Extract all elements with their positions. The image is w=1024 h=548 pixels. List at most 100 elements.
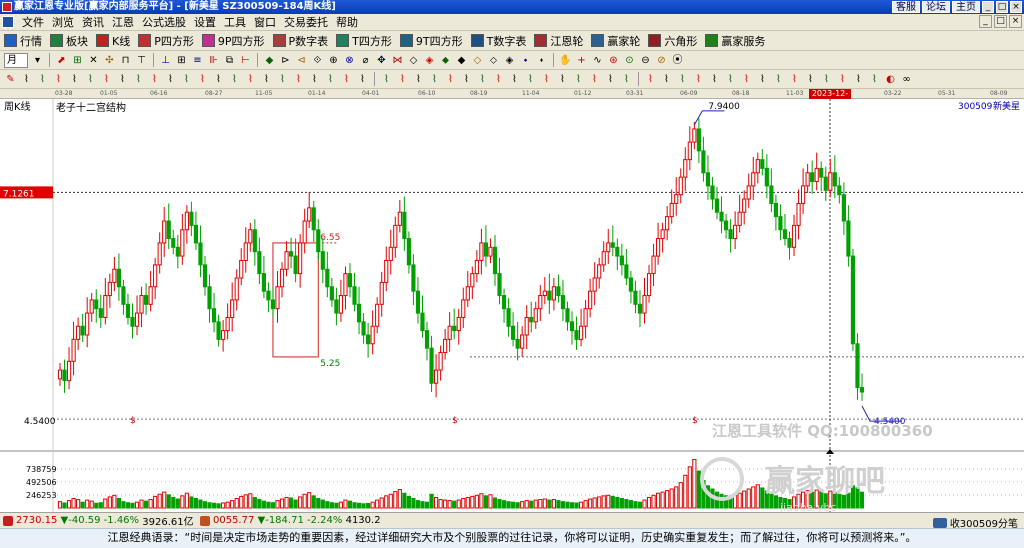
draw-tool-icon[interactable]: ⊳ (279, 54, 292, 67)
menu-help[interactable]: 帮助 (332, 15, 362, 30)
draw-tool-icon[interactable]: ⊖ (639, 54, 652, 67)
toolbar-button-9t-square[interactable]: 9T四方形 (399, 33, 463, 49)
menu-trade[interactable]: 交易委托 (280, 15, 332, 30)
indicator-tool-icon[interactable]: ⌇ (708, 73, 721, 86)
period-dropdown-icon[interactable]: ▾ (31, 54, 44, 67)
toolbar-button-p-square[interactable]: P四方形 (138, 33, 194, 49)
indicator-tool-icon[interactable]: ⌇ (340, 73, 353, 86)
draw-tool-icon[interactable]: ⊢ (239, 54, 252, 67)
indicator-tool-icon[interactable]: ⌇ (412, 73, 425, 86)
toolbar-button-t-table[interactable]: T数字表 (470, 33, 526, 49)
indicator-tool-icon[interactable]: ⌇ (52, 73, 65, 86)
indicator-tool-icon[interactable]: ⌇ (444, 73, 457, 86)
child-restore-icon[interactable]: □ (994, 15, 1007, 28)
maximize-icon[interactable]: □ (996, 1, 1008, 13)
indicator-tool-icon[interactable]: ⌇ (852, 73, 865, 86)
indicator-tool-icon[interactable]: ⌇ (396, 73, 409, 86)
forum-link[interactable]: 论坛 (922, 1, 950, 13)
draw-tool-icon[interactable]: ◆ (455, 54, 468, 67)
draw-tool-icon[interactable]: ✣ (103, 54, 116, 67)
toolbar-button-p-table[interactable]: P数字表 (272, 33, 328, 49)
indicator-tool-icon[interactable]: ⌇ (836, 73, 849, 86)
indicator-tool-icon[interactable]: ⌇ (724, 73, 737, 86)
indicator-tool-icon[interactable]: ⌇ (196, 73, 209, 86)
indicator-tool-icon[interactable]: ⌇ (292, 73, 305, 86)
indicator-tool-icon[interactable]: ⌇ (228, 73, 241, 86)
chart-canvas[interactable]: 6.555.25 江恩工具软件 QQ:100800360赢家聊吧jiaoba.y… (0, 99, 1024, 512)
child-close-icon[interactable]: × (1009, 15, 1022, 28)
draw-tool-icon[interactable]: + (575, 54, 588, 67)
indicator-tool-icon[interactable]: ⌇ (260, 73, 273, 86)
indicator-tool-icon[interactable]: ⌇ (676, 73, 689, 86)
draw-tool-icon[interactable]: ⊓ (119, 54, 132, 67)
toolbar-button-blocks[interactable]: 板块 (50, 33, 88, 49)
indicator-tool-icon[interactable]: ⌇ (556, 73, 569, 86)
document-icon[interactable] (2, 16, 14, 28)
indicator-tool-icon[interactable]: ⌇ (164, 73, 177, 86)
indicator-tool-icon[interactable]: ⌇ (620, 73, 633, 86)
customer-service-link[interactable]: 客服 (892, 1, 920, 13)
draw-tool-icon[interactable]: ⊛ (607, 54, 620, 67)
draw-tool-icon[interactable]: ⧉ (223, 54, 236, 67)
draw-tool-icon[interactable]: ⊗ (343, 54, 356, 67)
toolbar-button-kline[interactable]: K线 (96, 33, 130, 49)
indicator-tool-icon[interactable]: ⌇ (100, 73, 113, 86)
toolbar-button-grid[interactable]: 行情 (4, 33, 42, 49)
indicator-tool-icon[interactable]: ⌇ (244, 73, 257, 86)
indicator-tool-icon[interactable]: ⌇ (356, 73, 369, 86)
indicator-tool-icon[interactable]: ⌇ (540, 73, 553, 86)
draw-tool-icon[interactable]: ⬪ (535, 54, 548, 67)
indicator-tool-icon[interactable]: ⌇ (660, 73, 673, 86)
indicator-tool-icon[interactable]: ⌇ (476, 73, 489, 86)
draw-tool-icon[interactable]: ⬦ (487, 54, 500, 67)
indicator-tool-icon[interactable]: ⌇ (212, 73, 225, 86)
indicator-tool-icon[interactable]: ⌇ (604, 73, 617, 86)
draw-tool-icon[interactable]: ✥ (375, 54, 388, 67)
sh-index-icon[interactable] (3, 515, 13, 526)
indicator-tool-icon[interactable]: ⌇ (492, 73, 505, 86)
draw-tool-icon[interactable]: ⊲ (295, 54, 308, 67)
draw-tool-icon[interactable]: ⋈ (391, 54, 404, 67)
indicator-tool-icon[interactable]: ⌇ (428, 73, 441, 86)
draw-tool-icon[interactable]: ⊞ (175, 54, 188, 67)
kline-chart[interactable]: 6.55 5.25 江恩工具软件 QQ:100800360 赢家聊吧 jiaoba.y… (0, 99, 1024, 512)
draw-tool-icon[interactable]: ⦿ (671, 54, 684, 67)
draw-tool-icon[interactable]: ◇ (407, 54, 420, 67)
indicator-tool-icon[interactable]: ⌇ (772, 73, 785, 86)
toolbar-button-9p-square[interactable]: 9P四方形 (201, 33, 265, 49)
indicator-tool-icon[interactable]: ⌇ (84, 73, 97, 86)
menu-browse[interactable]: 浏览 (48, 15, 78, 30)
indicator-tool-icon[interactable]: ⌇ (644, 73, 657, 86)
draw-tool-icon[interactable]: ⊘ (655, 54, 668, 67)
indicator-tool-icon[interactable]: ∞ (900, 73, 913, 86)
draw-tool-icon[interactable]: ⊕ (327, 54, 340, 67)
menu-formula-screen[interactable]: 公式选股 (138, 15, 190, 30)
child-minimize-icon[interactable]: _ (979, 15, 992, 28)
draw-tool-icon[interactable]: ◈ (503, 54, 516, 67)
draw-tool-icon[interactable]: ◈ (423, 54, 436, 67)
menu-news[interactable]: 资讯 (78, 15, 108, 30)
draw-tool-icon[interactable]: ∿ (591, 54, 604, 67)
draw-tool-icon[interactable]: ⊙ (623, 54, 636, 67)
menu-window[interactable]: 窗口 (250, 15, 280, 30)
indicator-tool-icon[interactable]: ⌇ (756, 73, 769, 86)
toolbar-button-t-square[interactable]: T四方形 (336, 33, 392, 49)
indicator-tool-icon[interactable]: ⌇ (148, 73, 161, 86)
sz-index-icon[interactable] (199, 515, 210, 526)
draw-tool-icon[interactable]: ⌀ (359, 54, 372, 67)
indicator-tool-icon[interactable]: ⌇ (804, 73, 817, 86)
draw-tool-icon[interactable]: ⟐ (311, 54, 324, 67)
indicator-tool-icon[interactable]: ⌇ (180, 73, 193, 86)
draw-tool-icon[interactable]: ⬩ (519, 54, 532, 67)
indicator-tool-icon[interactable]: ⌇ (132, 73, 145, 86)
period-select[interactable]: 月 (4, 52, 28, 68)
draw-tool-icon[interactable]: ⬥ (439, 54, 452, 67)
indicator-tool-icon[interactable]: ⌇ (68, 73, 81, 86)
menu-tools[interactable]: 工具 (220, 15, 250, 30)
close-icon[interactable]: × (1010, 1, 1022, 13)
indicator-tool-icon[interactable]: ◐ (884, 73, 897, 86)
menu-settings[interactable]: 设置 (190, 15, 220, 30)
indicator-tool-icon[interactable]: ⌇ (380, 73, 393, 86)
draw-tool-icon[interactable]: ⬈ (55, 54, 68, 67)
indicator-tool-icon[interactable]: ⌇ (588, 73, 601, 86)
